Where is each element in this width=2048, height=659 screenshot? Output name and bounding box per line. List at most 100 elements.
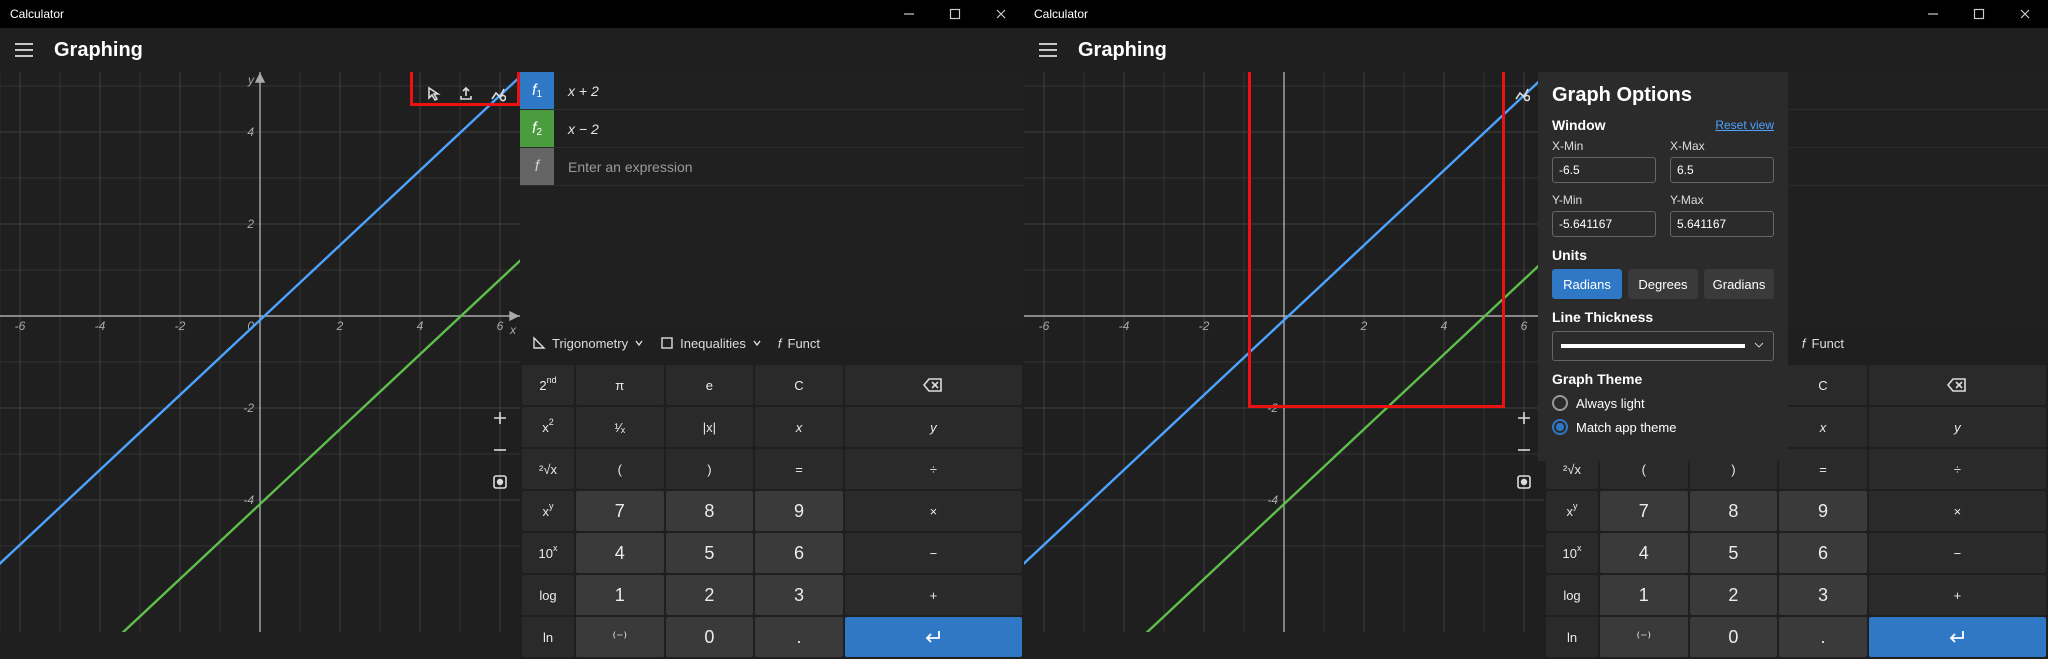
key-9[interactable]: 9 xyxy=(1779,491,1867,531)
zoom-out-button[interactable] xyxy=(484,434,516,466)
ymin-input[interactable] xyxy=(1552,211,1656,237)
key-subtract[interactable]: − xyxy=(845,533,1022,573)
key-8[interactable]: 8 xyxy=(666,491,754,531)
key-subtract[interactable]: − xyxy=(1869,533,2046,573)
key-divide[interactable]: ÷ xyxy=(1869,449,2046,489)
key-x-pow-y[interactable]: xy xyxy=(1546,491,1598,531)
key-var-y[interactable]: y xyxy=(845,407,1022,447)
function-expression-1[interactable]: x + 2 xyxy=(554,83,599,99)
key-2[interactable]: 2 xyxy=(666,575,754,615)
functions-dropdown[interactable]: f Funct xyxy=(1796,336,1850,351)
key-reciprocal[interactable]: ¹⁄ₓ xyxy=(576,407,664,447)
key-var-x[interactable]: x xyxy=(755,407,843,447)
key-0[interactable]: 0 xyxy=(666,617,754,657)
function-row-1[interactable]: f1 x + 2 xyxy=(520,72,1024,110)
key-decimal[interactable]: . xyxy=(1779,617,1867,657)
graph-options-panel: Graph Options Window Reset view X-Min X-… xyxy=(1538,72,1788,461)
key-abs[interactable]: |x| xyxy=(666,407,754,447)
zoom-in-button[interactable] xyxy=(484,402,516,434)
key-equals-symbol[interactable]: = xyxy=(755,449,843,489)
key-4[interactable]: 4 xyxy=(1600,533,1688,573)
line-thickness-dropdown[interactable] xyxy=(1552,331,1774,361)
xmin-input[interactable] xyxy=(1552,157,1656,183)
key-6[interactable]: 6 xyxy=(755,533,843,573)
close-button[interactable] xyxy=(2002,0,2048,28)
key-sqrt[interactable]: ²√x xyxy=(522,449,574,489)
key-6[interactable]: 6 xyxy=(1779,533,1867,573)
key-3[interactable]: 3 xyxy=(755,575,843,615)
key-clear[interactable]: C xyxy=(1779,365,1867,405)
key-ten-pow-x[interactable]: 10x xyxy=(522,533,574,573)
key-add[interactable]: + xyxy=(845,575,1022,615)
key-x-squared[interactable]: x2 xyxy=(522,407,574,447)
maximize-button[interactable] xyxy=(932,0,978,28)
key-backspace[interactable] xyxy=(845,365,1022,405)
function-row-2[interactable]: f2 x − 2 xyxy=(520,110,1024,148)
key-7[interactable]: 7 xyxy=(1600,491,1688,531)
minimize-button[interactable] xyxy=(1910,0,1956,28)
key-clear[interactable]: C xyxy=(755,365,843,405)
key-ln[interactable]: ln xyxy=(1546,617,1598,657)
key-enter[interactable] xyxy=(1869,617,2046,657)
key-ten-pow-x[interactable]: 10x xyxy=(1546,533,1598,573)
key-multiply[interactable]: × xyxy=(845,491,1022,531)
svg-text:4: 4 xyxy=(417,319,424,333)
functions-dropdown[interactable]: f Funct xyxy=(772,336,826,351)
key-0[interactable]: 0 xyxy=(1690,617,1778,657)
key-decimal[interactable]: . xyxy=(755,617,843,657)
key-log[interactable]: log xyxy=(522,575,574,615)
close-button[interactable] xyxy=(978,0,1024,28)
key-divide[interactable]: ÷ xyxy=(845,449,1022,489)
key-add[interactable]: + xyxy=(1869,575,2046,615)
ymax-input[interactable] xyxy=(1670,211,1774,237)
theme-match-app-radio[interactable]: Match app theme xyxy=(1552,419,1774,435)
units-degrees-button[interactable]: Degrees xyxy=(1628,269,1698,299)
graph-pane[interactable]: -6 -4 -2 0 2 4 6 -4 -2 2 4 y x xyxy=(0,72,520,659)
key-multiply[interactable]: × xyxy=(1869,491,2046,531)
trigonometry-dropdown[interactable]: Trigonometry xyxy=(526,336,650,351)
inequalities-dropdown[interactable]: Inequalities xyxy=(654,336,768,351)
key-rparen[interactable]: ) xyxy=(666,449,754,489)
key-var-y[interactable]: y xyxy=(1869,407,2046,447)
minimize-button[interactable] xyxy=(886,0,932,28)
reset-view-button[interactable] xyxy=(1508,466,1540,498)
key-lparen[interactable]: ( xyxy=(576,449,664,489)
key-2[interactable]: 2 xyxy=(1690,575,1778,615)
key-3[interactable]: 3 xyxy=(1779,575,1867,615)
key-1[interactable]: 1 xyxy=(576,575,664,615)
theme-always-light-radio[interactable]: Always light xyxy=(1552,395,1774,411)
key-enter[interactable] xyxy=(845,617,1022,657)
key-7[interactable]: 7 xyxy=(576,491,664,531)
hamburger-menu-button[interactable] xyxy=(8,34,40,66)
key-x-pow-y[interactable]: xy xyxy=(522,491,574,531)
key-5[interactable]: 5 xyxy=(666,533,754,573)
key-log[interactable]: log xyxy=(1546,575,1598,615)
key-backspace[interactable] xyxy=(1869,365,2046,405)
key-5[interactable]: 5 xyxy=(1690,533,1778,573)
key-4[interactable]: 4 xyxy=(576,533,664,573)
function-row-add[interactable]: f Enter an expression xyxy=(520,148,1024,186)
key-pi[interactable]: π xyxy=(576,365,664,405)
hamburger-menu-button[interactable] xyxy=(1032,34,1064,66)
key-second[interactable]: 2nd xyxy=(522,365,574,405)
reset-view-button[interactable] xyxy=(484,466,516,498)
xmax-input[interactable] xyxy=(1670,157,1774,183)
function-expression-placeholder[interactable]: Enter an expression xyxy=(554,159,693,175)
key-9[interactable]: 9 xyxy=(755,491,843,531)
zoom-in-button[interactable] xyxy=(1508,402,1540,434)
function-expression-2[interactable]: x − 2 xyxy=(554,121,599,137)
key-negate[interactable]: ⁽⁻⁾ xyxy=(576,617,664,657)
key-8[interactable]: 8 xyxy=(1690,491,1778,531)
key-equals-symbol[interactable]: = xyxy=(1779,449,1867,489)
key-ln[interactable]: ln xyxy=(522,617,574,657)
reset-view-link[interactable]: Reset view xyxy=(1715,118,1774,132)
graph-options-button[interactable] xyxy=(1506,78,1538,110)
key-var-x[interactable]: x xyxy=(1779,407,1867,447)
maximize-button[interactable] xyxy=(1956,0,2002,28)
key-negate[interactable]: ⁽⁻⁾ xyxy=(1600,617,1688,657)
units-gradians-button[interactable]: Gradians xyxy=(1704,269,1774,299)
zoom-out-button[interactable] xyxy=(1508,434,1540,466)
key-e[interactable]: e xyxy=(666,365,754,405)
key-1[interactable]: 1 xyxy=(1600,575,1688,615)
units-radians-button[interactable]: Radians xyxy=(1552,269,1622,299)
